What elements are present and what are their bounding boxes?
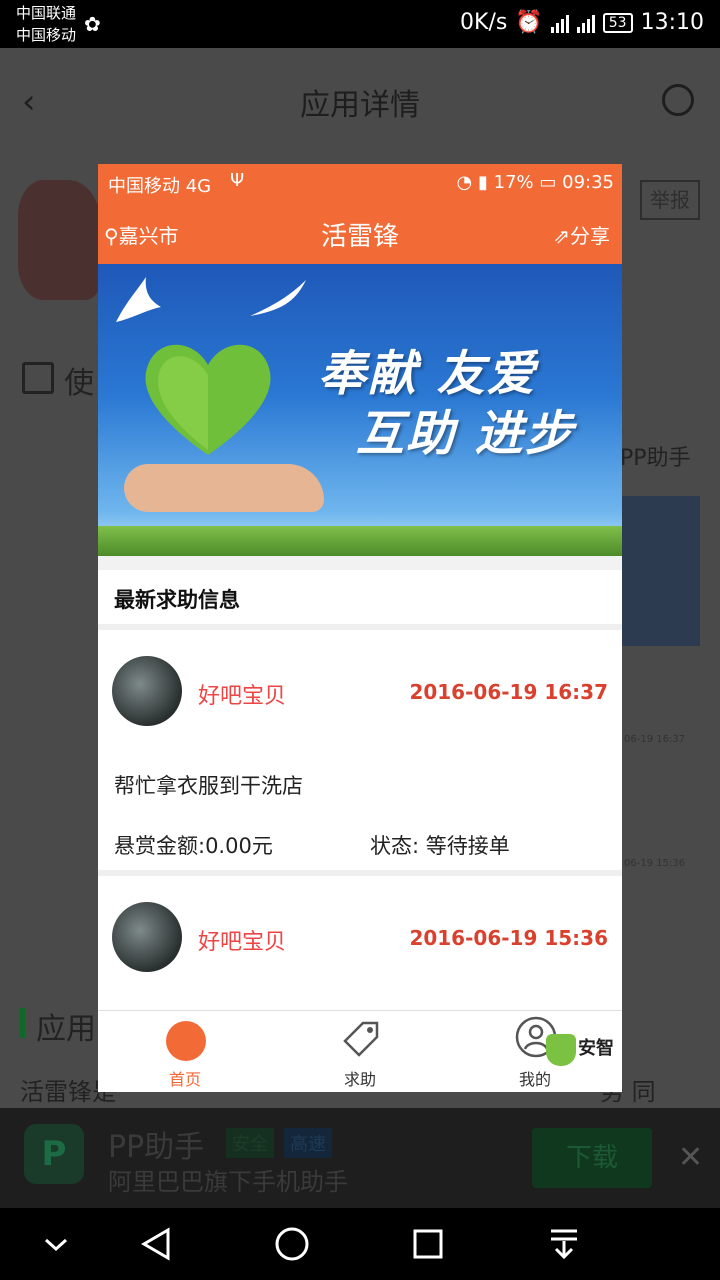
- reward-amount: 悬赏金额:0.00元: [114, 834, 273, 858]
- username[interactable]: 好吧宝贝: [198, 678, 286, 710]
- heart-tree-image: [145, 344, 271, 455]
- status-bar: 中国联通 中国移动 ✿ 0K/s ⏰ 53 13:10: [0, 0, 720, 48]
- share-button[interactable]: ⇗分享: [553, 220, 610, 249]
- post-time: 2016-06-19 16:37: [409, 680, 608, 704]
- avatar[interactable]: [112, 902, 182, 972]
- tab-label: 求助: [343, 1070, 376, 1089]
- battery-icon: 53: [602, 12, 633, 33]
- uc-icon: ✿: [84, 12, 101, 36]
- thumbnail-date: 06-19 15:36: [624, 858, 686, 869]
- tag-icon: [343, 1021, 379, 1057]
- carrier-label: 中国联通: [16, 4, 77, 22]
- wifi-icon: ◔: [456, 172, 473, 193]
- app-title: 活雷锋: [320, 222, 399, 252]
- source-label: PP助手: [620, 446, 691, 471]
- ad-title: PP助手: [108, 1130, 205, 1165]
- usb-icon: Ψ: [230, 170, 245, 191]
- tab-home[interactable]: 首页: [98, 1011, 272, 1092]
- banner-line-2: 互助 进步: [356, 406, 575, 462]
- notification-pulldown-icon[interactable]: [544, 1224, 584, 1264]
- recents-nav-icon[interactable]: [408, 1224, 448, 1264]
- promo-banner[interactable]: 奉献 友爱 互助 进步: [98, 264, 622, 556]
- alarm-icon: ⏰: [515, 10, 543, 35]
- spacer: [98, 556, 622, 570]
- avatar[interactable]: [112, 656, 182, 726]
- home-nav-icon[interactable]: [272, 1224, 312, 1264]
- inner-status-right: ◔ ▮ 17% ▭ 09:35: [457, 172, 614, 193]
- help-post[interactable]: 好吧宝贝 2016-06-19 15:36: [98, 876, 622, 1010]
- carrier-label: 中国移动: [16, 26, 77, 44]
- ad-subtitle: 阿里巴巴旗下手机助手: [108, 1168, 348, 1196]
- navigation-bar: [0, 1208, 720, 1280]
- pp-assistant-icon: P: [24, 1124, 84, 1184]
- home-icon: [166, 1021, 206, 1061]
- ad-tag-safe: 安全: [226, 1128, 274, 1158]
- inner-status-bar: 中国移动 4G Ψ ◔ ▮ 17% ▭ 09:35: [98, 164, 622, 202]
- thumbnail-date: 06-19 16:37: [624, 734, 686, 745]
- section-accent: [20, 1008, 25, 1038]
- tab-label: 首页: [168, 1070, 201, 1089]
- dove-icon: [116, 277, 161, 322]
- ad-tag-fast: 高速: [284, 1128, 332, 1158]
- username[interactable]: 好吧宝贝: [198, 924, 286, 956]
- screenshot-thumbnail[interactable]: [622, 496, 700, 646]
- share-icon: ⇗: [553, 224, 570, 248]
- dove-icon: [250, 280, 306, 316]
- inner-clock: 09:35: [562, 172, 614, 193]
- tab-help[interactable]: 求助: [273, 1011, 447, 1092]
- section-title: 最新求助信息: [114, 588, 240, 612]
- post-status: 状态: 等待接单: [370, 834, 510, 858]
- signal-icon: [550, 13, 569, 33]
- back-nav-icon[interactable]: [136, 1224, 176, 1264]
- close-icon[interactable]: ✕: [678, 1140, 703, 1175]
- post-text: 帮忙拿衣服到干洗店: [114, 774, 303, 798]
- checkbox[interactable]: [22, 362, 54, 394]
- android-icon: [546, 1034, 576, 1066]
- search-icon[interactable]: [662, 84, 694, 116]
- section-title: 应用: [36, 1012, 96, 1047]
- signal-icon: [576, 13, 595, 33]
- screenshot-preview[interactable]: 中国移动 4G Ψ ◔ ▮ 17% ▭ 09:35 ⚲嘉兴市 活雷锋 ⇗分享 奉…: [98, 164, 622, 1092]
- battery-icon: ▭: [539, 172, 557, 193]
- page-title: 应用详情: [300, 88, 420, 123]
- net-speed: 0K/s: [460, 10, 508, 35]
- checkbox-label: 使: [64, 366, 94, 401]
- post-time: 2016-06-19 15:36: [409, 926, 608, 950]
- report-button[interactable]: 举报: [640, 180, 700, 220]
- inner-battery: 17%: [493, 172, 534, 193]
- download-button[interactable]: 下载: [532, 1128, 652, 1188]
- app-logo: [18, 180, 102, 300]
- anzhi-watermark: 安智: [546, 1032, 622, 1072]
- grass-decoration: [98, 526, 622, 556]
- tab-bar: 首页 求助 我的: [98, 1010, 622, 1092]
- share-label: 分享: [570, 224, 610, 248]
- chevron-down-icon[interactable]: [36, 1224, 76, 1264]
- clock: 13:10: [640, 10, 704, 35]
- hand-image: [124, 464, 324, 512]
- app-header: ⚲嘉兴市 活雷锋 ⇗分享: [98, 202, 622, 264]
- watermark-text: 安智: [578, 1038, 614, 1059]
- inner-carrier: 中国移动 4G: [108, 176, 212, 197]
- signal-icon: ▮: [477, 172, 488, 193]
